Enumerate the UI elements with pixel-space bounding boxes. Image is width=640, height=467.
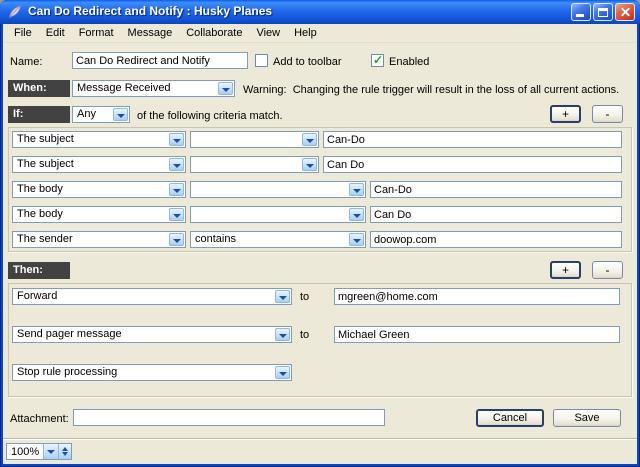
attachment-label: Attachment: bbox=[10, 413, 69, 425]
chevron-down-icon bbox=[275, 328, 290, 341]
chevron-down-icon bbox=[302, 158, 317, 171]
name-label: Name: bbox=[10, 56, 42, 68]
criteria-value-input[interactable] bbox=[323, 131, 622, 148]
criteria-operator-select[interactable] bbox=[190, 206, 366, 223]
chevron-down-icon bbox=[113, 108, 128, 121]
enabled-label: Enabled bbox=[389, 56, 429, 68]
window-controls bbox=[571, 3, 635, 21]
chevron-down-icon bbox=[218, 82, 233, 95]
criteria-row: The sender contains bbox=[12, 231, 624, 248]
when-trigger-select[interactable]: Message Received bbox=[72, 80, 235, 97]
minimize-button[interactable] bbox=[571, 3, 591, 21]
maximize-button[interactable] bbox=[593, 3, 613, 21]
action-connector-label: to bbox=[300, 291, 309, 303]
window-icon bbox=[7, 4, 23, 20]
criteria-operator-select[interactable] bbox=[190, 156, 319, 173]
criteria-field-select[interactable]: The body bbox=[12, 181, 186, 198]
criteria-row: The subject bbox=[12, 131, 624, 148]
title-bar[interactable]: Can Do Redirect and Notify : Husky Plane… bbox=[0, 0, 640, 24]
criteria-operator-select[interactable] bbox=[190, 181, 366, 198]
enabled-checkbox[interactable] bbox=[371, 54, 384, 67]
criteria-row: The body bbox=[12, 181, 624, 198]
rule-editor-window: Can Do Redirect and Notify : Husky Plane… bbox=[0, 0, 640, 467]
add-criterion-button[interactable]: + bbox=[550, 105, 581, 123]
criteria-match-suffix: of the following criteria match. bbox=[137, 110, 283, 122]
menu-view[interactable]: View bbox=[249, 25, 287, 41]
remove-action-button[interactable]: - bbox=[592, 261, 623, 279]
criteria-field-select[interactable]: The sender bbox=[12, 231, 186, 248]
when-section-label: When: bbox=[8, 80, 70, 97]
criteria-operator-select[interactable] bbox=[190, 131, 319, 148]
chevron-down-icon bbox=[169, 208, 184, 221]
criteria-match-select[interactable]: Any bbox=[72, 106, 130, 123]
save-button[interactable]: Save bbox=[553, 409, 621, 427]
action-row: Stop rule processing bbox=[12, 364, 624, 381]
remove-criterion-button[interactable]: - bbox=[592, 105, 623, 123]
menu-collaborate[interactable]: Collaborate bbox=[179, 25, 249, 41]
menu-bar: File Edit Format Message Collaborate Vie… bbox=[3, 24, 637, 43]
chevron-down-icon bbox=[349, 208, 364, 221]
close-button[interactable] bbox=[615, 3, 635, 21]
add-to-toolbar-checkbox[interactable] bbox=[255, 54, 268, 67]
maximize-icon bbox=[598, 8, 608, 17]
criteria-value-input[interactable] bbox=[370, 206, 622, 223]
cancel-button[interactable]: Cancel bbox=[476, 409, 544, 427]
criteria-field-select[interactable]: The subject bbox=[12, 156, 186, 173]
if-section-label: If: bbox=[8, 106, 70, 123]
zoom-control[interactable]: 100% bbox=[6, 443, 72, 460]
criteria-row: The subject bbox=[12, 156, 624, 173]
zoom-level: 100% bbox=[7, 444, 43, 459]
criteria-value-input[interactable] bbox=[370, 181, 622, 198]
action-select[interactable]: Stop rule processing bbox=[12, 364, 292, 381]
add-action-button[interactable]: + bbox=[550, 261, 581, 279]
chevron-down-icon bbox=[349, 183, 364, 196]
criteria-value-input[interactable] bbox=[323, 156, 622, 173]
criteria-operator-select[interactable]: contains bbox=[190, 231, 366, 248]
action-row: Forward to bbox=[12, 288, 624, 305]
criteria-row: The body bbox=[12, 206, 624, 223]
minimize-icon bbox=[576, 14, 584, 17]
statusbar-separator bbox=[3, 438, 637, 440]
action-row: Send pager message to bbox=[12, 326, 624, 343]
chevron-down-icon bbox=[302, 133, 317, 146]
menu-message[interactable]: Message bbox=[121, 25, 180, 41]
window-title: Can Do Redirect and Notify : Husky Plane… bbox=[28, 4, 272, 18]
chevron-down-icon bbox=[169, 233, 184, 246]
menu-edit[interactable]: Edit bbox=[39, 25, 72, 41]
criteria-field-select[interactable]: The subject bbox=[12, 131, 186, 148]
chevron-down-icon[interactable] bbox=[43, 444, 58, 459]
action-value-input[interactable] bbox=[334, 326, 620, 343]
add-to-toolbar-label: Add to toolbar bbox=[273, 56, 342, 68]
action-select[interactable]: Forward bbox=[12, 288, 292, 305]
criteria-value-input[interactable] bbox=[370, 231, 622, 248]
zoom-spinner[interactable] bbox=[58, 444, 71, 459]
action-value-input[interactable] bbox=[334, 288, 620, 305]
chevron-down-icon bbox=[349, 233, 364, 246]
name-input[interactable] bbox=[72, 52, 248, 69]
attachment-input[interactable] bbox=[73, 409, 385, 426]
chevron-down-icon bbox=[169, 158, 184, 171]
chevron-down-icon bbox=[275, 290, 290, 303]
menu-help[interactable]: Help bbox=[287, 25, 324, 41]
chevron-down-icon bbox=[169, 133, 184, 146]
menu-format[interactable]: Format bbox=[72, 25, 121, 41]
arrow-down-icon bbox=[62, 452, 68, 456]
menu-file[interactable]: File bbox=[7, 25, 39, 41]
criteria-field-select[interactable]: The body bbox=[12, 206, 186, 223]
chevron-down-icon bbox=[275, 366, 290, 379]
chevron-down-icon bbox=[169, 183, 184, 196]
arrow-up-icon bbox=[62, 447, 68, 451]
action-select[interactable]: Send pager message bbox=[12, 326, 292, 343]
then-section-label: Then: bbox=[8, 262, 70, 279]
trigger-warning-text: Warning: Changing the rule trigger will … bbox=[243, 84, 619, 96]
action-connector-label: to bbox=[300, 329, 309, 341]
